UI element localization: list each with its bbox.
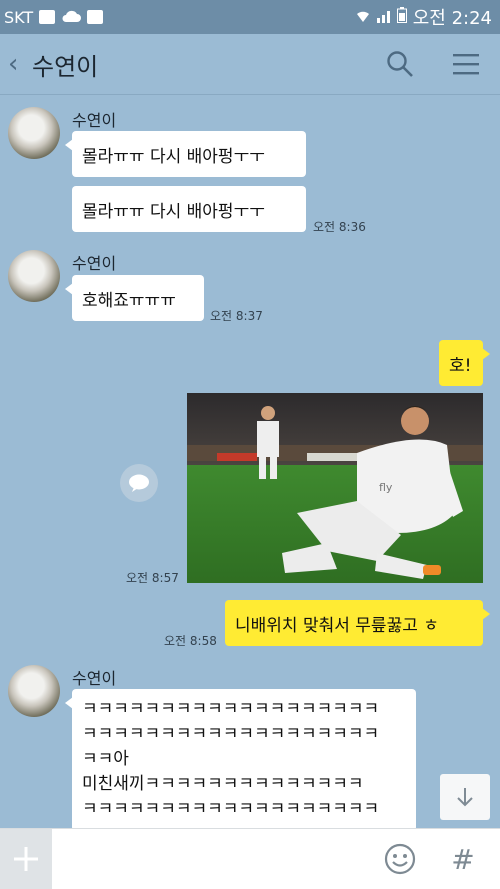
svg-text:fly: fly (379, 481, 393, 494)
message-line: ㅋㅋㅋㅋㅋㅋㅋㅋㅋㅋㅋㅋㅋㅋㅋㅋㅋㅋㅋ (82, 724, 380, 744)
sender-name: 수연이 (72, 111, 117, 130)
avatar[interactable] (8, 250, 60, 302)
scroll-down-button[interactable] (440, 774, 490, 820)
hashtag-search-button[interactable]: # (448, 839, 478, 879)
football-celebration-photo: fly (187, 393, 483, 583)
message-time: 오전 8:37 (210, 309, 263, 323)
message-line: 미친새끼ㅋㅋㅋㅋㅋㅋㅋㅋㅋㅋㅋㅋㅋㅋ (82, 774, 364, 794)
message-line: ㅋㅋ아 (82, 749, 129, 769)
avatar[interactable] (8, 107, 60, 159)
my-message-bubble[interactable]: 니배위치 맞춰서 무릎꿇고 ㅎ (225, 600, 490, 646)
speech-bubble-icon (129, 474, 149, 492)
message-time: 오전 8:58 (164, 634, 217, 648)
message-bubble[interactable]: 몰라ㅠㅠ 다시 배아펑ㅜㅜ (65, 131, 306, 177)
message-time: 오전 8:36 (313, 220, 366, 234)
search-button[interactable] (380, 44, 420, 84)
message-line: ㅋㅋㅋㅋㅋㅋㅋㅋㅋㅋㅋㅋㅋㅋㅋㅋㅋㅋㅋ (82, 699, 380, 719)
avatar[interactable] (8, 665, 60, 717)
status-bar: SKT 오전 2:24 (0, 0, 500, 34)
attach-button[interactable] (0, 829, 52, 889)
battery-icon (396, 6, 407, 28)
share-button[interactable] (120, 464, 158, 502)
chat-title: 수연이 (32, 52, 99, 81)
carrier-label: SKT (4, 7, 34, 27)
message-time: 오전 8:57 (126, 571, 179, 585)
message-input[interactable] (60, 837, 370, 881)
plus-icon (14, 847, 38, 871)
smiley-icon (384, 843, 416, 875)
message-line: ㅋㅋㅋㅋㅋㅋㅋㅋㅋㅋㅋㅋㅋㅋㅋㅋㅋㅋㅋ (82, 799, 380, 819)
message-bubble[interactable]: ㅋㅋㅋㅋㅋㅋㅋㅋㅋㅋㅋㅋㅋㅋㅋㅋㅋㅋㅋ ㅋㅋㅋㅋㅋㅋㅋㅋㅋㅋㅋㅋㅋㅋㅋㅋㅋㅋㅋ … (65, 689, 416, 828)
sender-name: 수연이 (72, 254, 117, 273)
arrow-down-icon (457, 788, 473, 807)
back-button[interactable]: ‹ (0, 49, 26, 79)
sender-name: 수연이 (72, 669, 117, 688)
emoticon-button[interactable] (384, 843, 416, 875)
chat-header: ‹ 수연이 (0, 34, 500, 95)
input-bar: # (0, 828, 500, 889)
facebook-icon (39, 10, 56, 24)
message-bubble[interactable]: 몰라ㅠㅠ 다시 배아펑ㅜㅜ (72, 186, 306, 232)
chat-area[interactable]: 수연이 몰라ㅠㅠ 다시 배아펑ㅜㅜ 몰라ㅠㅠ 다시 배아펑ㅜㅜ 오전 8:36 … (0, 95, 500, 828)
status-time: 오전 2:24 (412, 8, 492, 29)
download-icon (87, 10, 104, 24)
my-message-bubble[interactable]: 호! (439, 340, 490, 386)
search-icon (387, 51, 413, 77)
signal-icon (376, 7, 391, 28)
menu-button[interactable] (446, 44, 486, 84)
wifi-icon (355, 7, 371, 28)
cloud-icon (61, 8, 82, 27)
menu-icon (453, 54, 479, 75)
image-message[interactable]: fly (187, 393, 483, 583)
message-bubble[interactable]: 호해죠ㅠㅠㅠ (65, 275, 204, 321)
